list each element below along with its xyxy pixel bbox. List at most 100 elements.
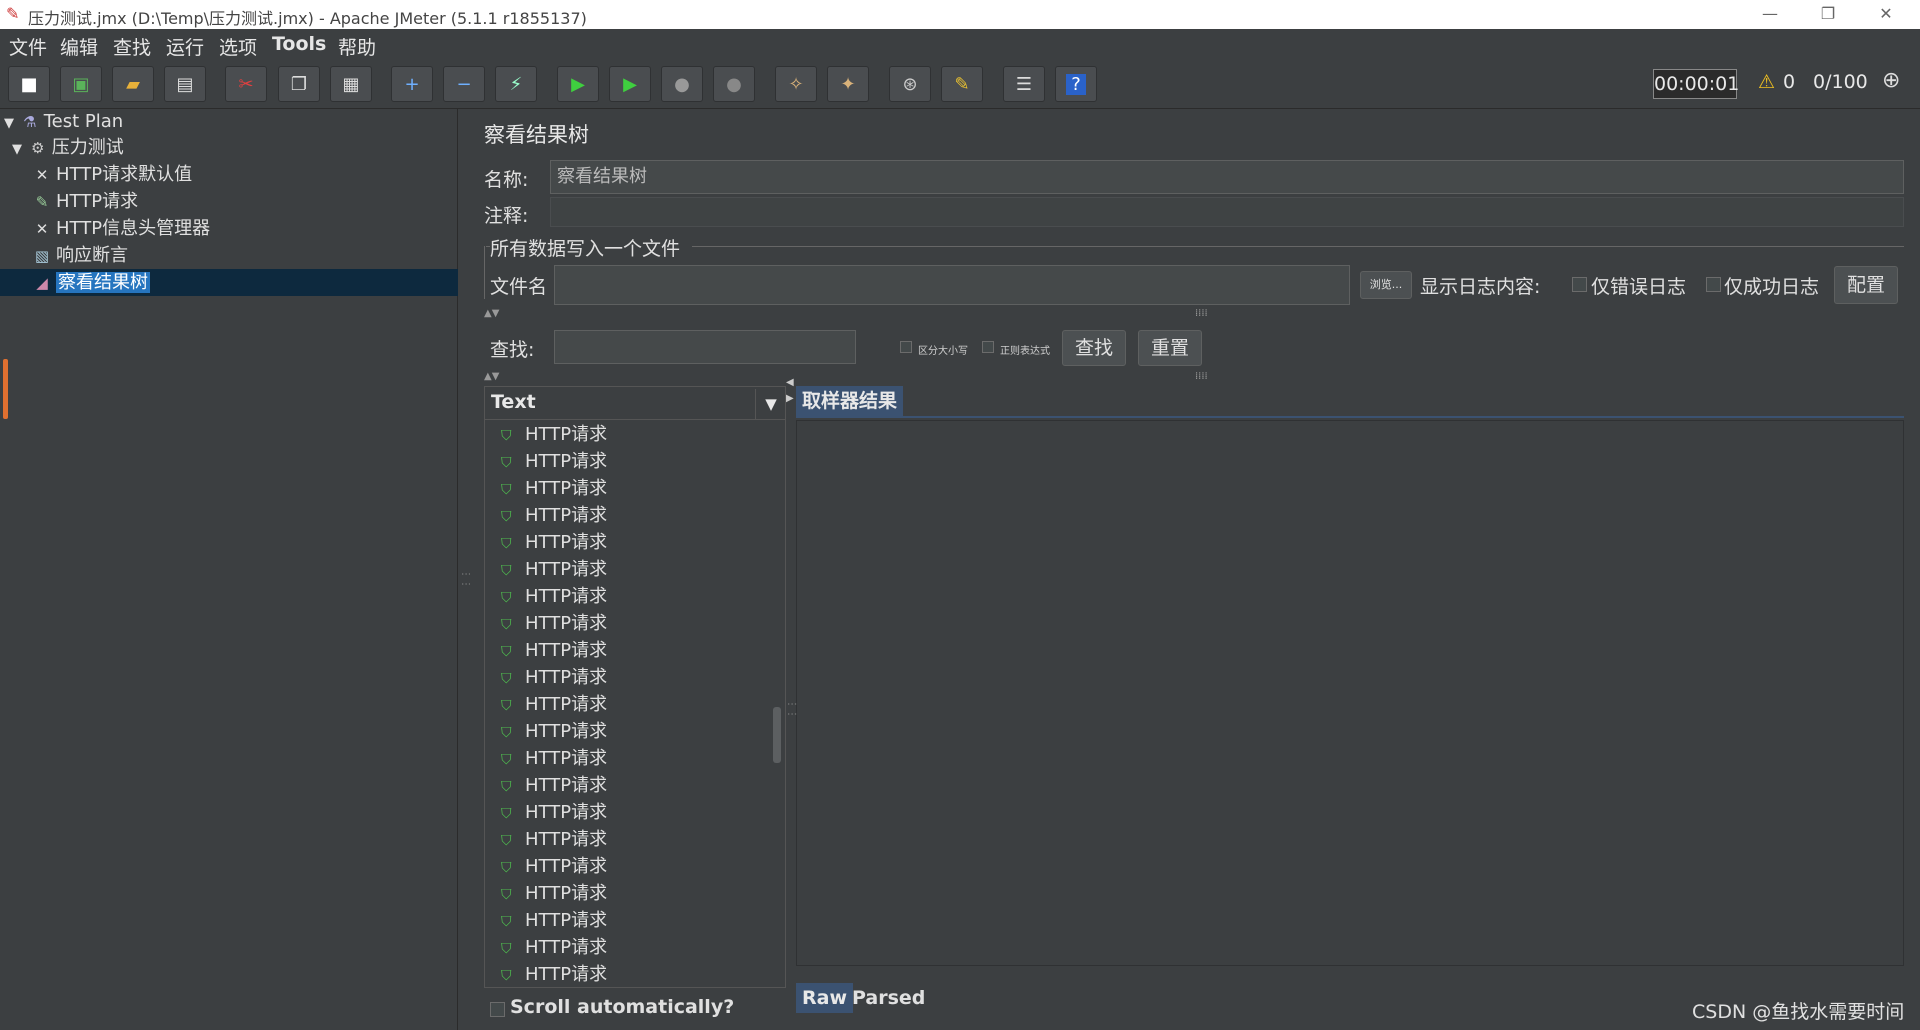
- list-item[interactable]: ⛉ HTTP请求: [501, 745, 607, 772]
- group-border-side: [484, 246, 485, 299]
- splitter-grip-icon[interactable]: ⁞⁞⁞⁞: [1195, 371, 1208, 382]
- list-item[interactable]: ⛉ HTTP请求: [501, 691, 607, 718]
- browse-button[interactable]: 浏览...: [1360, 271, 1412, 299]
- name-input[interactable]: 察看结果树: [550, 160, 1904, 194]
- list-item[interactable]: ⛉ HTTP请求: [501, 880, 607, 907]
- list-item[interactable]: ⛉ HTTP请求: [501, 637, 607, 664]
- new-button[interactable]: ■: [8, 66, 50, 102]
- menu-help[interactable]: 帮助: [338, 33, 376, 60]
- function-helper-button[interactable]: ☰: [1003, 66, 1045, 102]
- expand-arrow-icon[interactable]: ▼: [4, 116, 14, 131]
- tree-item-thread-group[interactable]: ▼ ⚙ 压力测试: [12, 135, 124, 161]
- list-item[interactable]: ⛉ HTTP请求: [501, 583, 607, 610]
- list-item[interactable]: ⛉ HTTP请求: [501, 421, 607, 448]
- collapse-left-arrow-icon[interactable]: ◀: [786, 377, 794, 388]
- tree-item-view-results-tree[interactable]: ◢ 察看结果树: [32, 270, 150, 296]
- list-item[interactable]: ⛉ HTTP请求: [501, 475, 607, 502]
- filename-input[interactable]: [554, 265, 1350, 305]
- start-button[interactable]: ▶: [557, 66, 599, 102]
- copy-button[interactable]: ❐: [278, 66, 320, 102]
- tab-sampler-result[interactable]: 取样器结果: [796, 386, 904, 416]
- list-item-label: HTTP请求: [525, 829, 608, 850]
- list-item[interactable]: ⛉ HTTP请求: [501, 826, 607, 853]
- clear-all-button[interactable]: ✦: [827, 66, 869, 102]
- split-arrows-icon[interactable]: ▲▼: [484, 371, 499, 382]
- configure-button[interactable]: 配置: [1834, 266, 1898, 304]
- expand-arrow-icon[interactable]: ▼: [12, 142, 22, 157]
- menu-file[interactable]: 文件: [9, 33, 47, 60]
- close-button[interactable]: ✕: [1864, 2, 1908, 26]
- chevron-down-icon[interactable]: ▼: [755, 389, 785, 419]
- expand-button[interactable]: +: [391, 66, 433, 102]
- split-arrows-icon[interactable]: ▲▼: [484, 308, 499, 319]
- list-item[interactable]: ⛉ HTTP请求: [501, 610, 607, 637]
- list-item[interactable]: ⛉ HTTP请求: [501, 853, 607, 880]
- list-item[interactable]: ⛉ HTTP请求: [501, 718, 607, 745]
- menu-options[interactable]: 选项: [219, 33, 257, 60]
- list-item[interactable]: ⛉ HTTP请求: [501, 961, 607, 987]
- errors-only-checkbox[interactable]: [1572, 277, 1587, 292]
- reset-search-button[interactable]: ✎: [941, 66, 983, 102]
- collapse-button[interactable]: −: [443, 66, 485, 102]
- cut-button[interactable]: ✂: [225, 66, 267, 102]
- tree-scroll-marker[interactable]: [3, 359, 8, 419]
- search-input[interactable]: [554, 330, 856, 364]
- list-item[interactable]: ⛉ HTTP请求: [501, 556, 607, 583]
- warning-icon[interactable]: ⚠: [1758, 71, 1775, 93]
- toggle-button[interactable]: ⚡: [495, 66, 537, 102]
- menu-run[interactable]: 运行: [166, 33, 204, 60]
- renderer-select[interactable]: Text ▼: [485, 387, 785, 420]
- menu-edit[interactable]: 编辑: [60, 33, 98, 60]
- list-item-label: HTTP请求: [525, 775, 608, 796]
- stop-button[interactable]: ●: [661, 66, 703, 102]
- tab-parsed[interactable]: Parsed: [852, 987, 925, 1009]
- list-item[interactable]: ⛉ HTTP请求: [501, 907, 607, 934]
- success-shield-icon: ⛉: [501, 752, 512, 768]
- tree-item-header-manager[interactable]: ✕ HTTP信息头管理器: [32, 216, 210, 242]
- save-button[interactable]: ▤: [164, 66, 206, 102]
- tree-item-http-defaults[interactable]: ✕ HTTP请求默认值: [32, 162, 192, 188]
- tree-item-test-plan[interactable]: ▼ ⚗ Test Plan: [4, 109, 123, 135]
- tree-item-response-assertion[interactable]: ▧ 响应断言: [32, 243, 128, 269]
- collapse-right-arrow-icon[interactable]: ▶: [786, 393, 794, 404]
- restore-button[interactable]: ❐: [1806, 2, 1850, 26]
- list-item[interactable]: ⛉ HTTP请求: [501, 664, 607, 691]
- list-item[interactable]: ⛉ HTTP请求: [501, 772, 607, 799]
- regex-checkbox[interactable]: [982, 341, 994, 353]
- remote-icon[interactable]: ⊕: [1882, 68, 1900, 93]
- start-no-pause-button[interactable]: ▶: [609, 66, 651, 102]
- templates-button[interactable]: ▣: [60, 66, 102, 102]
- vertical-splitter-grip-icon[interactable]: ⋮⋮: [786, 699, 797, 719]
- tab-raw[interactable]: Raw: [796, 983, 854, 1013]
- minimize-button[interactable]: —: [1748, 2, 1792, 26]
- shutdown-button[interactable]: ●: [713, 66, 755, 102]
- paste-button[interactable]: ▦: [330, 66, 372, 102]
- menu-search[interactable]: 查找: [113, 33, 151, 60]
- list-item[interactable]: ⛉ HTTP请求: [501, 448, 607, 475]
- stop-icon: ●: [674, 73, 690, 95]
- start-no-pause-icon: ▶: [623, 73, 637, 95]
- pane-divider[interactable]: ⋮⋮: [458, 109, 471, 1030]
- splitter-grip-icon[interactable]: ⁞⁞⁞⁞: [1195, 308, 1208, 319]
- help-button[interactable]: ?: [1055, 66, 1097, 102]
- find-button[interactable]: 查找: [1062, 330, 1126, 366]
- clear-all-icon: ✦: [840, 73, 856, 95]
- open-button[interactable]: ▰: [112, 66, 154, 102]
- clear-button[interactable]: ✧: [775, 66, 817, 102]
- name-label: 名称:: [484, 169, 529, 191]
- list-item[interactable]: ⛉ HTTP请求: [501, 934, 607, 961]
- case-sensitive-checkbox[interactable]: [900, 341, 912, 353]
- list-item[interactable]: ⛉ HTTP请求: [501, 799, 607, 826]
- tree-item-http-request[interactable]: ✎ HTTP请求: [32, 189, 138, 215]
- list-item[interactable]: ⛉ HTTP请求: [501, 502, 607, 529]
- list-scrollbar-thumb[interactable]: [773, 707, 781, 763]
- menu-tools[interactable]: Tools: [272, 33, 326, 55]
- reset-button[interactable]: 重置: [1138, 330, 1202, 366]
- list-item[interactable]: ⛉ HTTP请求: [501, 529, 607, 556]
- panel-title: 察看结果树: [484, 123, 589, 147]
- success-only-checkbox[interactable]: [1706, 277, 1721, 292]
- scroll-auto-checkbox[interactable]: [490, 1002, 505, 1017]
- search-button[interactable]: ⊛: [889, 66, 931, 102]
- comment-input[interactable]: [550, 197, 1904, 227]
- assertion-icon: ▧: [34, 247, 50, 265]
